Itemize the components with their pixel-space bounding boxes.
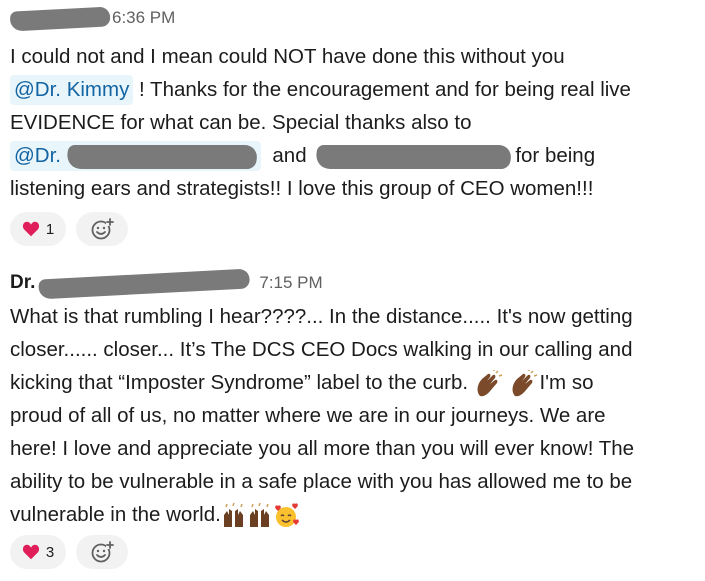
reaction-count: 3 [45,543,55,561]
reaction-heart[interactable]: 3 [10,535,66,569]
message-line: @Dr. Kimmy ! Thanks for the encouragemen… [10,73,631,106]
message-line: EVIDENCE for what can be. Special thanks… [10,111,472,134]
reaction-heart[interactable]: 1 [10,212,66,246]
message-header: 6:36 PM [8,6,175,32]
raising-hands-icon [249,502,269,527]
message-line: @Dr. and for being [10,139,595,172]
add-emoji-icon [91,218,114,240]
message-line: What is that rumbling I hear????... In t… [10,305,633,328]
message-line: ability to be vulnerable in a safe place… [10,470,633,493]
raising-hands-icon [223,502,243,527]
red-heart-icon [22,544,39,560]
redacted-mention [65,144,259,169]
message-line: proud of all of us, no matter where we a… [10,404,606,427]
user-mention[interactable]: @Dr. [10,141,261,171]
user-mention[interactable]: @Dr. Kimmy [10,75,134,105]
smiling-face-with-hearts-icon [274,502,299,527]
redacted-mention [314,144,514,169]
timestamp[interactable]: 7:15 PM [259,273,322,292]
add-reaction-button[interactable] [76,535,128,569]
timestamp[interactable]: 6:36 PM [112,8,175,27]
message-line: vulnerable in the world. [10,498,299,531]
message-line: I could not and I mean could NOT have do… [10,45,565,68]
redacted-author-name [37,268,252,300]
message-header: Dr. 7:15 PM [10,268,323,300]
redacted-author-name [8,6,112,32]
message-line: closer...... closer... It’s The DCS CEO … [10,338,633,361]
author-name[interactable]: Dr. [10,272,35,293]
message-line: listening ears and strategists!! I love … [10,177,594,200]
add-reaction-button[interactable] [76,212,128,246]
red-heart-icon [22,221,39,237]
reaction-count: 1 [45,220,55,238]
message-line: kicking that “Imposter Syndrome” label t… [10,366,593,399]
add-emoji-icon [91,541,114,563]
clapping-hands-icon [512,369,538,396]
clapping-hands-icon [477,369,502,396]
message-line: here! I love and appreciate you all more… [10,437,635,460]
